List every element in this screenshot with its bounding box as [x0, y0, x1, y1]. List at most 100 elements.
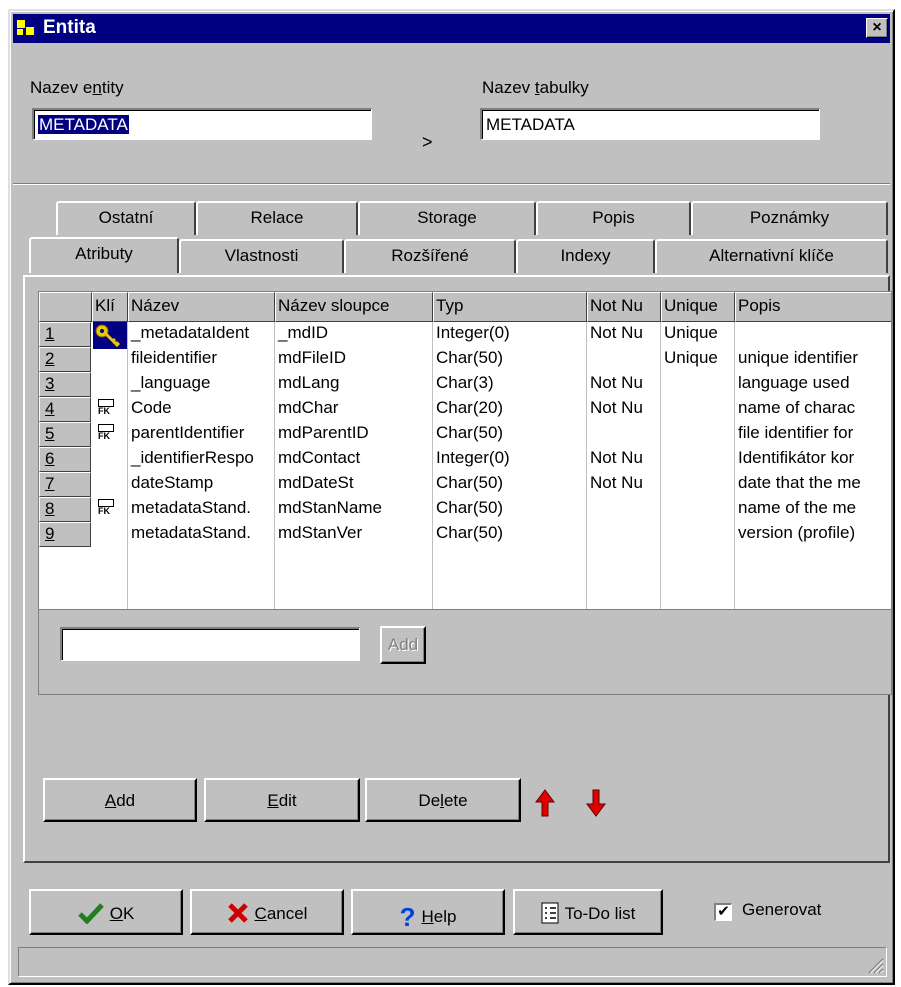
row-number[interactable]: 6 [39, 447, 91, 472]
edit-button[interactable]: Edit [204, 778, 360, 822]
cell-not-null[interactable] [587, 422, 660, 447]
cell-not-null[interactable]: Not Nu [587, 447, 660, 472]
cell-column[interactable]: mdContact [275, 447, 432, 472]
help-button[interactable]: ? Help [351, 889, 505, 935]
cell-unique[interactable] [661, 397, 734, 422]
tab-storage[interactable]: Storage [358, 201, 536, 235]
todo-list-button[interactable]: To-Do list [513, 889, 663, 935]
cell-unique[interactable] [661, 522, 734, 547]
cell-name[interactable]: Code [128, 397, 274, 422]
cell-unique[interactable]: Unique [661, 347, 734, 372]
cell-unique[interactable] [661, 472, 734, 497]
cell-name[interactable]: parentIdentifier [128, 422, 274, 447]
cell-unique[interactable] [661, 497, 734, 522]
cell-description[interactable]: name of charac [735, 397, 891, 422]
tab-vlastnosti[interactable]: Vlastnosti [179, 239, 344, 273]
generate-label[interactable]: Generovat [742, 900, 821, 920]
cell-unique[interactable] [661, 372, 734, 397]
cell-column[interactable]: mdStanVer [275, 522, 432, 547]
row-number[interactable]: 9 [39, 522, 91, 547]
row-number[interactable]: 1 [39, 322, 91, 347]
quick-add-button[interactable]: Add [380, 626, 426, 664]
row-number[interactable]: 3 [39, 372, 91, 397]
header-unique[interactable]: Unique [661, 292, 735, 322]
row-number[interactable]: 8 [39, 497, 91, 522]
tab-atributy[interactable]: Atributy [29, 237, 179, 273]
entity-name-label: Nazev entity [30, 78, 124, 97]
header-description[interactable]: Popis [735, 292, 891, 322]
cell-not-null[interactable] [587, 497, 660, 522]
add-button[interactable]: Add [43, 778, 197, 822]
cell-description[interactable]: date that the me [735, 472, 891, 497]
header-key[interactable]: Klí [92, 292, 128, 322]
move-up-icon[interactable] [535, 789, 555, 817]
cell-name[interactable]: _identifierRespo [128, 447, 274, 472]
tab-indexy[interactable]: Indexy [516, 239, 655, 273]
header-name[interactable]: Název [128, 292, 275, 322]
cell-type[interactable]: Char(50) [433, 347, 586, 372]
header-type[interactable]: Typ [433, 292, 587, 322]
cell-not-null[interactable]: Not Nu [587, 322, 660, 347]
cell-name[interactable]: fileidentifier [128, 347, 274, 372]
cell-column[interactable]: mdLang [275, 372, 432, 397]
tab-ostatni[interactable]: Ostatní [56, 201, 196, 235]
cell-description[interactable]: language used [735, 372, 891, 397]
row-number[interactable]: 7 [39, 472, 91, 497]
cell-name[interactable]: metadataStand. [128, 497, 274, 522]
quick-add-input[interactable] [60, 627, 360, 661]
cell-unique[interactable]: Unique [661, 322, 734, 347]
cell-not-null[interactable] [587, 347, 660, 372]
cell-type[interactable]: Char(50) [433, 497, 586, 522]
delete-button[interactable]: Delete [365, 778, 521, 822]
cell-description[interactable] [735, 322, 891, 347]
cell-column[interactable]: mdChar [275, 397, 432, 422]
table-name-input[interactable]: METADATA [480, 108, 820, 140]
entity-name-input[interactable]: METADATA [32, 108, 372, 140]
tab-relace[interactable]: Relace [196, 201, 358, 235]
cell-description[interactable]: unique identifier [735, 347, 891, 372]
cancel-button[interactable]: Cancel [190, 889, 344, 935]
cell-not-null[interactable]: Not Nu [587, 397, 660, 422]
cell-name[interactable]: dateStamp [128, 472, 274, 497]
header-not-null[interactable]: Not Nu [587, 292, 661, 322]
cell-unique[interactable] [661, 447, 734, 472]
tab-poznamky[interactable]: Poznámky [691, 201, 888, 235]
close-icon[interactable]: × [866, 18, 888, 38]
tab-popis[interactable]: Popis [536, 201, 691, 235]
cell-type[interactable]: Integer(0) [433, 322, 586, 347]
tab-alternativni-klice[interactable]: Alternativní klíče [655, 239, 888, 273]
tab-rozsirene[interactable]: Rozšířené [344, 239, 516, 273]
cell-unique[interactable] [661, 422, 734, 447]
resize-grip-icon[interactable] [866, 956, 884, 974]
cell-description[interactable]: file identifier for [735, 422, 891, 447]
cell-type[interactable]: Char(20) [433, 397, 586, 422]
cell-description[interactable]: name of the me [735, 497, 891, 522]
cell-column[interactable]: mdStanName [275, 497, 432, 522]
cell-type[interactable]: Char(50) [433, 472, 586, 497]
header-column-name[interactable]: Název sloupce [275, 292, 433, 322]
cell-type[interactable]: Integer(0) [433, 447, 586, 472]
move-down-icon[interactable] [586, 789, 606, 817]
row-number[interactable]: 4 [39, 397, 91, 422]
row-number[interactable]: 5 [39, 422, 91, 447]
cell-not-null[interactable] [587, 522, 660, 547]
cell-column[interactable]: mdDateSt [275, 472, 432, 497]
cell-description[interactable]: Identifikátor kor [735, 447, 891, 472]
cell-type[interactable]: Char(3) [433, 372, 586, 397]
cell-column[interactable]: mdParentID [275, 422, 432, 447]
generate-checkbox[interactable]: ✔ [714, 903, 732, 921]
cell-name[interactable]: _language [128, 372, 274, 397]
cell-column[interactable]: mdFileID [275, 347, 432, 372]
cell-name[interactable]: metadataStand. [128, 522, 274, 547]
cell-type[interactable]: Char(50) [433, 522, 586, 547]
row-number[interactable]: 2 [39, 347, 91, 372]
attributes-grid[interactable]: Klí Název Název sloupce Typ Not Nu Uniqu… [38, 291, 892, 695]
title-bar[interactable]: Entita × [13, 14, 890, 43]
cell-not-null[interactable]: Not Nu [587, 372, 660, 397]
cell-column[interactable]: _mdID [275, 322, 432, 347]
cell-description[interactable]: version (profile) [735, 522, 891, 547]
cell-name[interactable]: _metadataIdent [128, 322, 274, 347]
cell-type[interactable]: Char(50) [433, 422, 586, 447]
ok-button[interactable]: OK [29, 889, 183, 935]
cell-not-null[interactable]: Not Nu [587, 472, 660, 497]
